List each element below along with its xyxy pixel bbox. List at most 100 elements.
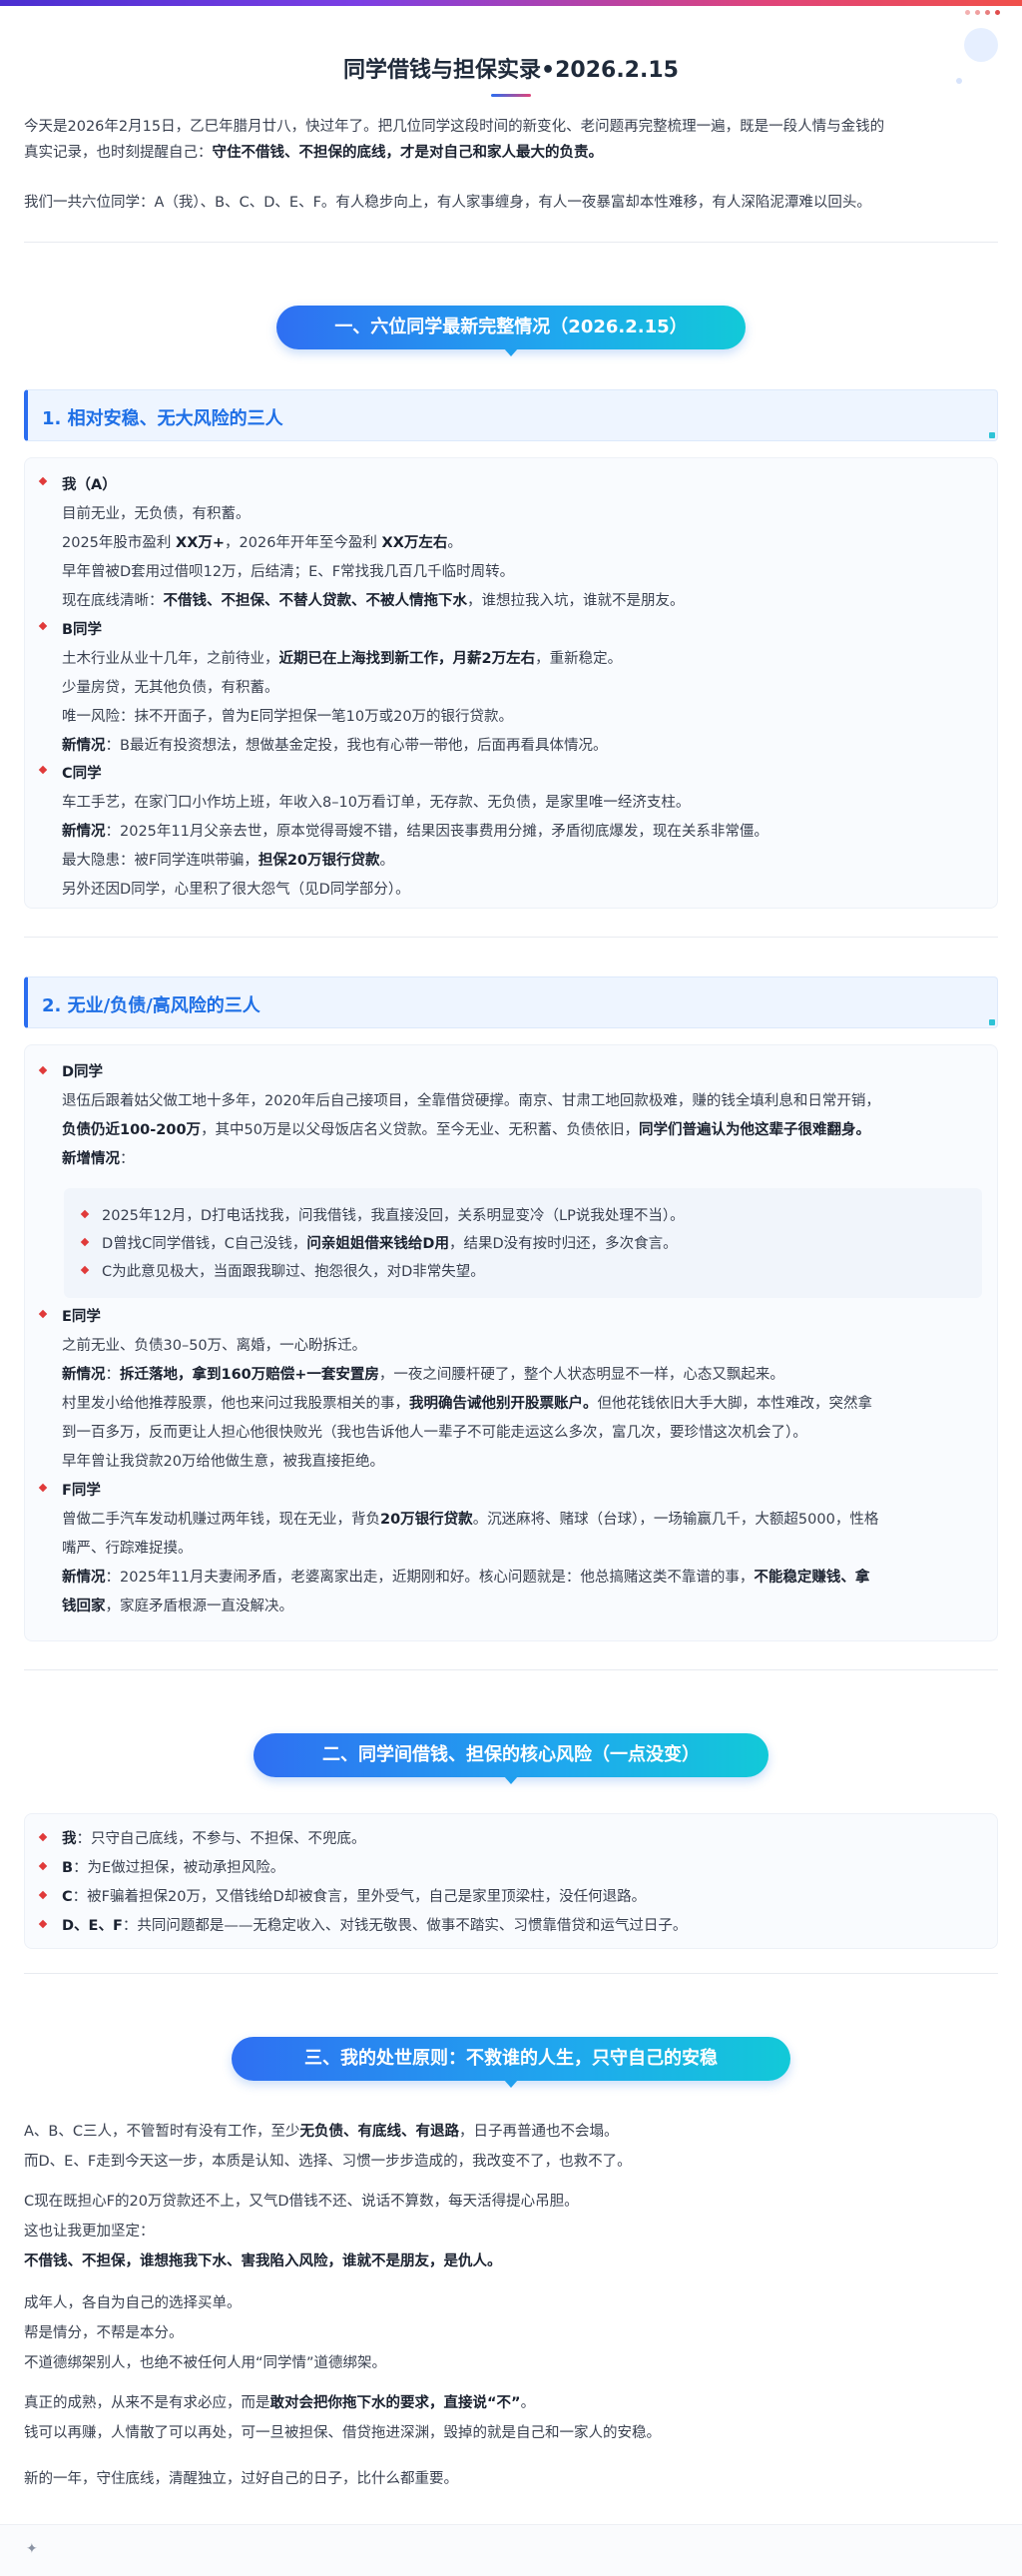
bold-text: 无负债、有底线、有退路 xyxy=(299,2124,460,2140)
text: ，2026年开年至今盈利 xyxy=(225,535,382,551)
group-1-title: 1. 相对安稳、无大风险的三人 xyxy=(42,408,283,429)
dot xyxy=(995,10,1000,15)
text: A、B、C三人，不管暂时有没有工作，至少 xyxy=(24,2124,300,2140)
divider xyxy=(24,937,998,938)
bold-text: 担保20万银行贷款 xyxy=(257,853,380,869)
bold-text: C xyxy=(62,1889,73,1905)
person-name: B同学 xyxy=(62,622,103,638)
text-line: 负债仍近100-200万，其中50万是以父母饭店名义贷款。至今无业、无积蓄、负债… xyxy=(62,1116,1010,1145)
text-line: 早年曾被D套用过借呗12万，后结清；E、F常找我几百几千临时周转。 xyxy=(62,564,515,580)
person-name: E同学 xyxy=(62,1309,101,1325)
person-a: 我（A） 目前无业，无负债，有积蓄。 2025年股市盈利 XX万+，2026年开… xyxy=(62,471,1010,616)
footer: ✦ xyxy=(0,2524,1022,2576)
divider xyxy=(24,1669,998,1670)
text-line: 现在底线清晰：不借钱、不担保、不替人贷款、不被人情拖下水，谁想拉我入坑，谁就不是… xyxy=(62,587,1010,616)
bold-text: 新情况 xyxy=(62,1570,106,1586)
text-line: 新情况：2025年11月父亲去世，原本觉得哥嫂不错，结果因丧事费用分摊，矛盾彻底… xyxy=(62,818,1010,847)
text-line: 2025年股市盈利 XX万+，2026年开年至今盈利 XX万左右。 xyxy=(62,529,1010,558)
text-line: 不道德绑架别人，也绝不被任何人用“同学情”道德绑架。 xyxy=(24,2355,387,2371)
text: ： xyxy=(120,1151,135,1167)
text-line: 另外还因D同学，心里积了很大怨气（见D同学部分）。 xyxy=(62,882,410,898)
list-item: C：被F骗着担保20万，又借钱给D却被食言，里外受气，自己是家里顶梁柱，没任何退… xyxy=(62,1883,1010,1912)
bold-text: 不借钱、不担保，谁想拖我下水、害我陷入风险，谁就不是朋友，是仇人。 xyxy=(24,2254,502,2269)
bold-text: 守住不借钱、不担保的底线，才是对自己和家人最大的负责。 xyxy=(212,145,604,161)
text: ： xyxy=(105,1367,121,1383)
title-underline xyxy=(491,94,531,97)
text: ：为E做过担保，被动承担风险。 xyxy=(73,1860,285,1876)
text-line: 新增情况： xyxy=(62,1145,1010,1174)
text: ，家庭矛盾根源一直没解决。 xyxy=(105,1599,294,1614)
text-line: 帮是情分，不帮是本分。 xyxy=(24,2325,184,2341)
text-line: 少量房贷，无其他负债，有积蓄。 xyxy=(62,680,279,696)
text-line: 而D、E、F走到今天这一步，本质是认知、选择、习惯一步步造成的，我改变不了，也救… xyxy=(24,2154,632,2170)
bold-text: 不能稳定赚钱、拿 xyxy=(754,1570,870,1586)
bold-text: 新情况 xyxy=(62,1367,106,1383)
text-line: 新情况：B最近有投资想法，想做基金定投，我也有心带一带他，后面再看具体情况。 xyxy=(62,732,1010,761)
text: ：2025年11月夫妻闹矛盾，老婆离家出走，近期刚和好。核心问题就是：他总搞赌这… xyxy=(105,1570,755,1586)
text: 。沉迷麻将、赌球（台球），一场输赢几千，大额超5000，性格 xyxy=(472,1512,879,1528)
list-item: 我：只守自己底线，不参与、不担保、不兜底。 xyxy=(62,1825,1010,1854)
intro-line: 我们一共六位同学：A（我）、B、C、D、E、F。有人稳步向上，有人家事缠身，有人… xyxy=(24,195,871,211)
dot xyxy=(985,10,990,15)
text: ，重新稳定。 xyxy=(535,651,623,667)
text: ：B最近有投资想法，想做基金定投，我也有心带一带他，后面再看具体情况。 xyxy=(105,738,608,754)
principle-paragraph-2: C现在既担心F的20万贷款还不上，又气D借钱不还、说话不算数，每天活得提心吊胆。… xyxy=(24,2187,998,2276)
divider xyxy=(24,1973,998,1974)
bold-text: 新增情况 xyxy=(62,1151,120,1167)
top-gradient-bar xyxy=(0,0,1022,6)
text: 曾做二手汽车发动机赚过两年钱，现在无业，背负 xyxy=(62,1512,380,1528)
group-2-title: 2. 无业/负债/高风险的三人 xyxy=(42,995,260,1016)
sparkle-icon: ✦ xyxy=(26,2541,38,2557)
text: 。 xyxy=(447,535,462,551)
text: ，结果D没有按时归还，多次食言。 xyxy=(448,1236,678,1252)
page-title: 同学借钱与担保实录•2026.2.15 xyxy=(343,58,679,83)
person-c: C同学 车工手艺，在家门口小作坊上班，年收入8–10万看订单，无存款、无负债，是… xyxy=(62,760,1010,905)
text-line: 车工手艺，在家门口小作坊上班，年收入8–10万看订单，无存款、无负债，是家里唯一… xyxy=(62,795,691,811)
text: 2025年股市盈利 xyxy=(62,535,177,551)
bold-text: 我明确告诫他别开股票账户。 xyxy=(409,1396,598,1412)
list-item: 2025年12月，D打电话找我，问我借钱，我直接没回，关系明显变冷（LP说我处理… xyxy=(102,1208,685,1224)
bold-text: XX万左右 xyxy=(381,535,448,551)
dot xyxy=(965,10,970,15)
text: ，其中50万是以父母饭店名义贷款。至今无业、无积蓄、负债依旧， xyxy=(201,1122,640,1138)
dot xyxy=(975,10,980,15)
principle-paragraph-1: A、B、C三人，不管暂时有没有工作，至少无负债、有底线、有退路，日子再普通也不会… xyxy=(24,2117,998,2177)
text: D曾找C同学借钱，C自己没钱， xyxy=(102,1236,307,1252)
text: 最大隐患：被F同学连哄带骗， xyxy=(62,853,258,869)
text: 但他花钱依旧大手大脚，本性难改，突然拿 xyxy=(597,1396,873,1412)
text-line: 村里发小给他推荐股票，他也来问过我股票相关的事，我明确告诫他别开股票账户。但他花… xyxy=(62,1390,1010,1419)
text-line: 新情况：拆迁落地，拿到160万赔偿+一套安置房，一夜之间腰杆硬了，整个人状态明显… xyxy=(62,1361,1010,1390)
text-line: 成年人，各自为自己的选择买单。 xyxy=(24,2295,242,2311)
group-1-heading: 1. 相对安稳、无大风险的三人 xyxy=(24,389,998,441)
text: 。 xyxy=(520,2395,536,2411)
principle-paragraph-4: 真正的成熟，从来不是有求必应，而是敢对会把你拖下水的要求，直接说“不”。 钱可以… xyxy=(24,2388,998,2448)
text: 土木行业从业十几年，之前待业， xyxy=(62,651,279,667)
text-line: 这也让我更加坚定： xyxy=(24,2224,155,2240)
d-new-situation-list: 2025年12月，D打电话找我，问我借钱，我直接没回，关系明显变冷（LP说我处理… xyxy=(102,1202,980,1286)
text: ：2025年11月父亲去世，原本觉得哥嫂不错，结果因丧事费用分摊，矛盾彻底爆发，… xyxy=(105,824,768,840)
bold-text: 问亲姐姐借来钱给D用 xyxy=(306,1236,449,1252)
list-item: B：为E做过担保，被动承担风险。 xyxy=(62,1854,1010,1883)
bold-text: 新情况 xyxy=(62,738,106,754)
bold-text: 钱回家 xyxy=(62,1599,106,1614)
intro-line: 真实记录，也时刻提醒自己：守住不借钱、不担保的底线，才是对自己和家人最大的负责。 xyxy=(24,140,998,166)
text: 。 xyxy=(379,853,395,869)
bold-text: XX万+ xyxy=(176,535,226,551)
text-line: 曾做二手汽车发动机赚过两年钱，现在无业，背负20万银行贷款。沉迷麻将、赌球（台球… xyxy=(62,1506,1010,1535)
bold-text: 负债仍近100-200万 xyxy=(62,1122,202,1138)
text-line: 新的一年，守住底线，清醒独立，过好自己的日子，比什么都重要。 xyxy=(24,2471,458,2487)
text-line: A、B、C三人，不管暂时有没有工作，至少无负债、有底线、有退路，日子再普通也不会… xyxy=(24,2117,998,2147)
corner-mark xyxy=(989,432,995,438)
bold-text: B xyxy=(62,1860,74,1876)
text-line: 到一百多万，反而更让人担心他很快败光（我也告诉他人一辈子不可能走运这么多次，富几… xyxy=(62,1425,807,1441)
bold-text: 我 xyxy=(62,1831,77,1847)
bold-text: 同学们普遍认为他这辈子很难翻身。 xyxy=(639,1122,871,1138)
text: ，谁想拉我入坑，谁就不是朋友。 xyxy=(467,593,685,609)
risk-list: 我：只守自己底线，不参与、不担保、不兜底。 B：为E做过担保，被动承担风险。 C… xyxy=(62,1825,1010,1941)
bold-text: 新情况 xyxy=(62,824,106,840)
section-1-title: 一、六位同学最新完整情况（2026.2.15） xyxy=(276,306,746,356)
text-line: 退伍后跟着姑父做工地十多年，2020年后自己接项目，全靠借贷硬撑。南京、甘肃工地… xyxy=(62,1093,880,1109)
closing-paragraph: 新的一年，守住底线，清醒独立，过好自己的日子，比什么都重要。 xyxy=(24,2464,998,2494)
person-name: D同学 xyxy=(62,1064,104,1080)
text-line: 嘴严、行踪难捉摸。 xyxy=(62,1541,193,1557)
